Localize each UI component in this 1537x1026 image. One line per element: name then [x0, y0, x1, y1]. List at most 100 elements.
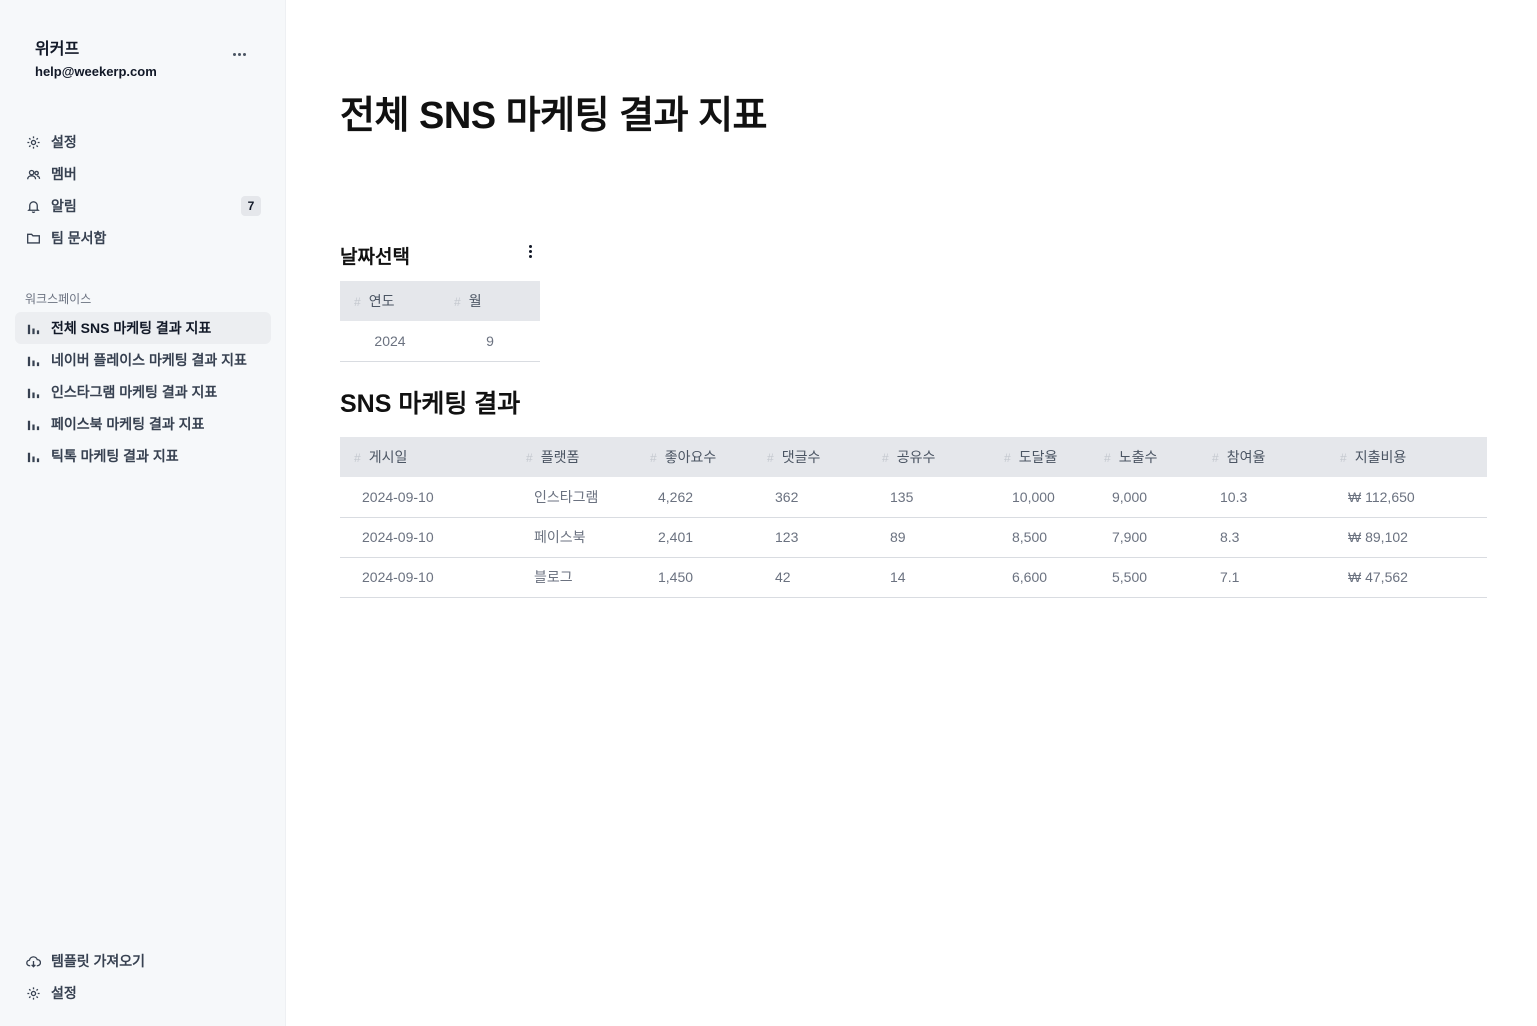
- column-header-year[interactable]: # 연도: [340, 281, 440, 321]
- table-row: 2024 9: [340, 321, 540, 362]
- hash-icon: #: [767, 451, 774, 465]
- column-header-label: 참여율: [1226, 449, 1266, 465]
- sidebar-item-instagram[interactable]: 인스타그램 마케팅 결과 지표: [15, 376, 271, 408]
- hash-icon: #: [1104, 451, 1111, 465]
- table-cell[interactable]: 9,000: [1090, 477, 1198, 518]
- sidebar-item-label: 설정: [51, 985, 77, 1001]
- table-cell[interactable]: 10,000: [990, 477, 1090, 518]
- column-header-label: 좋아요수: [664, 449, 717, 465]
- column-header-label: 월: [468, 293, 482, 309]
- table-cell[interactable]: 2024-09-10: [340, 517, 512, 558]
- column-header-month[interactable]: # 월: [440, 281, 540, 321]
- table-cell[interactable]: 7,900: [1090, 517, 1198, 558]
- column-header-label: 노출수: [1118, 449, 1158, 465]
- table-cell[interactable]: 10.3: [1198, 477, 1326, 518]
- sidebar-item-naver-place[interactable]: 네이버 플레이스 마케팅 결과 지표: [15, 344, 271, 376]
- hash-icon: #: [1004, 451, 1011, 465]
- table-cell[interactable]: 6,600: [990, 557, 1090, 598]
- table-cell[interactable]: 8,500: [990, 517, 1090, 558]
- column-header[interactable]: # 공유수: [868, 437, 990, 477]
- sidebar-item-notifications[interactable]: 알림 7: [15, 190, 271, 222]
- account-name: 위커프: [35, 41, 80, 58]
- sidebar-item-settings[interactable]: 설정: [15, 126, 271, 158]
- page-title: 전체 SNS 마케팅 결과 지표: [340, 95, 768, 137]
- column-header[interactable]: # 게시일: [340, 437, 512, 477]
- column-header[interactable]: # 도달율: [990, 437, 1090, 477]
- sidebar-item-label: 네이버 플레이스 마케팅 결과 지표: [51, 352, 247, 368]
- sidebar-item-label: 전체 SNS 마케팅 결과 지표: [51, 320, 212, 336]
- sidebar-item-label: 인스타그램 마케팅 결과 지표: [51, 384, 218, 400]
- table-header-row: # 게시일 # 플랫폼 # 좋아요수 # 댓글수 # 공유수 # 도달율 # 노출수 # 참여율 # 지출비용: [340, 437, 1487, 477]
- members-icon: [25, 166, 41, 182]
- table-cell[interactable]: ₩ 112,650: [1326, 477, 1487, 518]
- sidebar-item-members[interactable]: 멤버: [15, 158, 271, 190]
- workspace-nav: 전체 SNS 마케팅 결과 지표 네이버 플레이스 마케팅 결과 지표 인스타그…: [15, 312, 271, 472]
- bottom-nav: 템플릿 가져오기 설정: [15, 945, 271, 1009]
- sidebar-item-settings-bottom[interactable]: 설정: [15, 977, 271, 1009]
- workspace-section-label: 워크스페이스: [25, 292, 92, 306]
- account-email: help@weekerp.com: [35, 64, 157, 79]
- column-header-label: 댓글수: [781, 449, 821, 465]
- table-cell[interactable]: 5,500: [1090, 557, 1198, 598]
- hash-icon: #: [650, 451, 657, 465]
- hash-icon: #: [1340, 451, 1347, 465]
- month-cell[interactable]: 9: [440, 321, 540, 362]
- table-cell[interactable]: 14: [868, 557, 990, 598]
- sidebar-item-tiktok[interactable]: 틱톡 마케팅 결과 지표: [15, 440, 271, 472]
- hash-icon: #: [1212, 451, 1219, 465]
- sidebar-item-label: 템플릿 가져오기: [51, 953, 146, 969]
- more-options-icon[interactable]: [522, 243, 538, 259]
- account-more-icon[interactable]: [229, 44, 249, 64]
- table-cell[interactable]: 135: [868, 477, 990, 518]
- column-header[interactable]: # 플랫폼: [512, 437, 636, 477]
- table-cell[interactable]: 2,401: [636, 517, 753, 558]
- table-row: 2024-09-10 인스타그램 4,262 362 135 10,000 9,000 10.…: [340, 477, 1487, 518]
- table-cell[interactable]: 42: [753, 557, 868, 598]
- sidebar-item-import-template[interactable]: 템플릿 가져오기: [15, 945, 271, 977]
- sidebar-item-team-docs[interactable]: 팀 문서함: [15, 222, 271, 254]
- bar-chart-icon: [25, 448, 41, 464]
- column-header-label: 도달율: [1018, 449, 1058, 465]
- year-cell[interactable]: 2024: [340, 321, 440, 362]
- notification-count-badge: 7: [241, 196, 261, 216]
- table-cell[interactable]: 89: [868, 517, 990, 558]
- column-header-label: 지출비용: [1354, 449, 1407, 465]
- account-info[interactable]: 위커프 help@weekerp.com: [35, 35, 157, 79]
- table-cell[interactable]: 123: [753, 517, 868, 558]
- bar-chart-icon: [25, 320, 41, 336]
- table-cell[interactable]: 페이스북: [512, 517, 636, 558]
- column-header[interactable]: # 좋아요수: [636, 437, 753, 477]
- hash-icon: #: [882, 451, 889, 465]
- column-header[interactable]: # 노출수: [1090, 437, 1198, 477]
- table-cell[interactable]: ₩ 47,562: [1326, 557, 1487, 598]
- table-cell[interactable]: 블로그: [512, 557, 636, 598]
- folder-icon: [25, 230, 41, 246]
- sidebar-item-facebook[interactable]: 페이스북 마케팅 결과 지표: [15, 408, 271, 440]
- column-header-label: 게시일: [368, 449, 408, 465]
- column-header[interactable]: # 지출비용: [1326, 437, 1487, 477]
- table-cell[interactable]: 8.3: [1198, 517, 1326, 558]
- cloud-download-icon: [25, 953, 41, 969]
- main-content: 전체 SNS 마케팅 결과 지표 날짜선택 # 연도 # 월 2024 9 SNS …: [286, 0, 1537, 1026]
- sidebar-item-label: 팀 문서함: [51, 230, 107, 246]
- table-cell[interactable]: 7.1: [1198, 557, 1326, 598]
- sidebar-item-all-sns[interactable]: 전체 SNS 마케팅 결과 지표: [15, 312, 271, 344]
- gear-icon: [25, 985, 41, 1001]
- table-cell[interactable]: 2024-09-10: [340, 477, 512, 518]
- date-select-table: # 연도 # 월 2024 9: [340, 281, 540, 362]
- table-cell[interactable]: 2024-09-10: [340, 557, 512, 598]
- bell-icon: [25, 198, 41, 214]
- date-select-title: 날짜선택: [340, 247, 410, 268]
- hash-icon: #: [354, 451, 361, 465]
- column-header-label: 플랫폼: [540, 449, 580, 465]
- gear-icon: [25, 134, 41, 150]
- table-cell[interactable]: 362: [753, 477, 868, 518]
- bar-chart-icon: [25, 416, 41, 432]
- table-cell[interactable]: 1,450: [636, 557, 753, 598]
- column-header-label: 공유수: [896, 449, 936, 465]
- column-header[interactable]: # 댓글수: [753, 437, 868, 477]
- table-cell[interactable]: 4,262: [636, 477, 753, 518]
- column-header[interactable]: # 참여율: [1198, 437, 1326, 477]
- table-cell[interactable]: ₩ 89,102: [1326, 517, 1487, 558]
- table-cell[interactable]: 인스타그램: [512, 477, 636, 518]
